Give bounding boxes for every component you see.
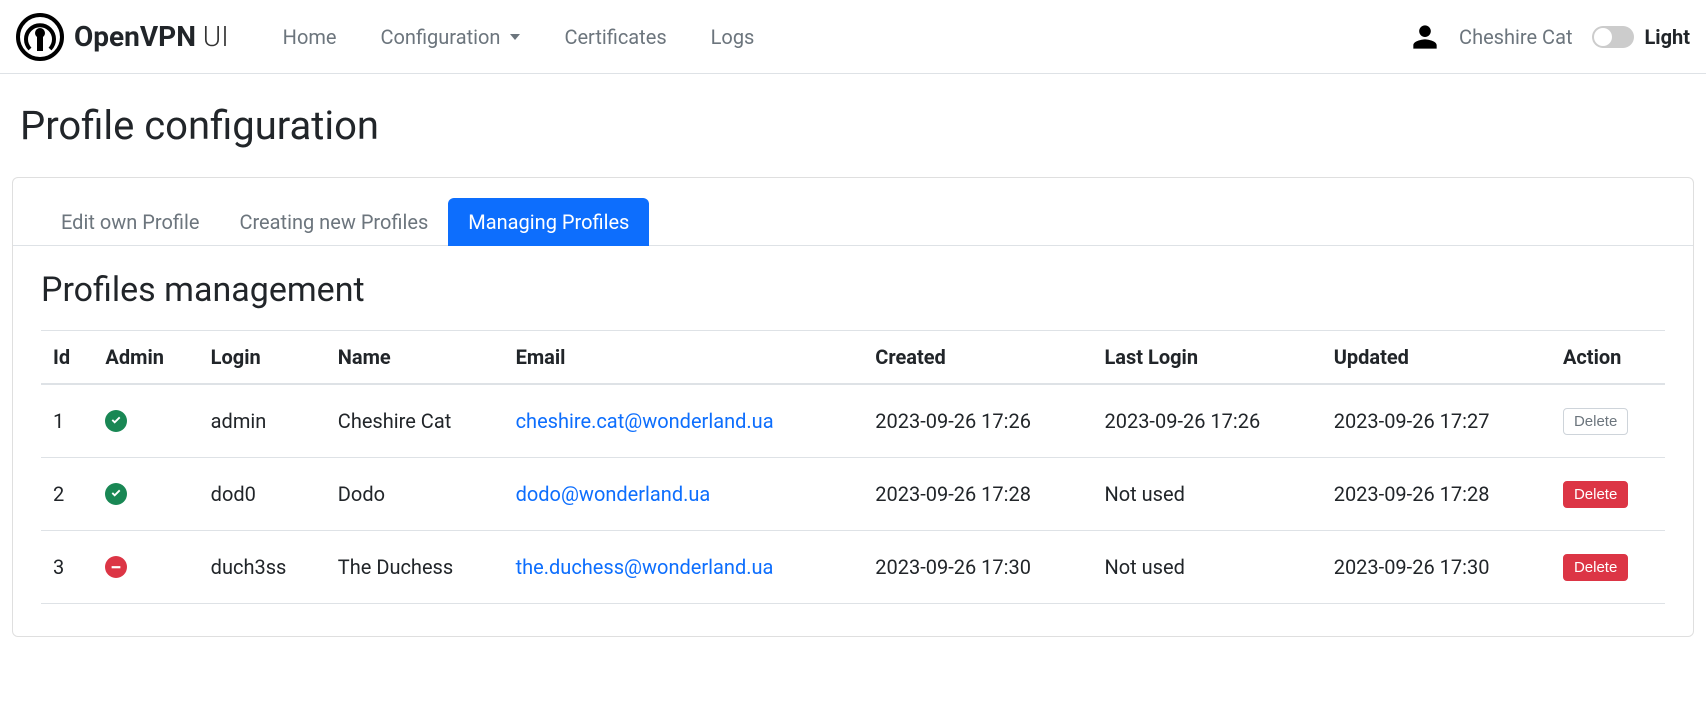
th-id: Id (41, 331, 93, 385)
cell-action: Delete (1551, 458, 1665, 531)
chevron-down-icon (510, 34, 520, 40)
profiles-table: Id Admin Login Name Email Created Last L… (41, 330, 1665, 604)
cell-email: dodo@wonderland.ua (504, 458, 864, 531)
card-body: Profiles management Id Admin Login Name … (13, 246, 1693, 636)
toggle-knob (1594, 28, 1612, 46)
table-row: 1 adminCheshire Cat cheshire.cat@wonderlan… (41, 384, 1665, 458)
table-row: 2 dod0Dodo dodo@wonderland.ua 2023-09-26 17… (41, 458, 1665, 531)
minus-circle-icon (105, 556, 127, 578)
cell-admin (93, 531, 198, 604)
cell-action: Delete (1551, 531, 1665, 604)
cell-email: cheshire.cat@wonderland.ua (504, 384, 864, 458)
theme-switch[interactable] (1592, 26, 1634, 48)
openvpn-logo-icon (16, 13, 64, 61)
cell-updated: 2023-09-26 17:27 (1322, 384, 1551, 458)
table-row: 3 duch3ssThe Duchess the.duchess@wonderlan… (41, 531, 1665, 604)
th-action: Action (1551, 331, 1665, 385)
table-header-row: Id Admin Login Name Email Created Last L… (41, 331, 1665, 385)
email-link[interactable]: dodo@wonderland.ua (516, 482, 711, 506)
card: Edit own Profile Creating new Profiles M… (12, 177, 1694, 637)
check-circle-icon (105, 483, 127, 505)
navbar: OpenVPN UI Home Configuration Certificat… (0, 0, 1706, 74)
user-icon (1411, 23, 1439, 51)
cell-action: Delete (1551, 384, 1665, 458)
delete-button[interactable]: Delete (1563, 481, 1628, 508)
th-login: Login (199, 331, 326, 385)
cell-id: 2 (41, 458, 93, 531)
th-created: Created (863, 331, 1092, 385)
cell-created: 2023-09-26 17:30 (863, 531, 1092, 604)
nav-logs[interactable]: Logs (689, 15, 777, 59)
cell-name: Cheshire Cat (326, 384, 504, 458)
cell-id: 1 (41, 384, 93, 458)
theme-toggle: Light (1592, 25, 1690, 49)
brand-text: OpenVPN UI (74, 20, 229, 53)
cell-login: admin (199, 384, 326, 458)
th-updated: Updated (1322, 331, 1551, 385)
cell-last-login: Not used (1092, 458, 1321, 531)
cell-name: Dodo (326, 458, 504, 531)
check-circle-icon (105, 410, 127, 432)
cell-created: 2023-09-26 17:26 (863, 384, 1092, 458)
cell-email: the.duchess@wonderland.ua (504, 531, 864, 604)
tabs: Edit own Profile Creating new Profiles M… (13, 178, 1693, 246)
delete-button[interactable]: Delete (1563, 554, 1628, 581)
cell-admin (93, 458, 198, 531)
cell-last-login: Not used (1092, 531, 1321, 604)
email-link[interactable]: the.duchess@wonderland.ua (516, 555, 774, 579)
nav-links: Home Configuration Certificates Logs (261, 15, 777, 59)
nav-home[interactable]: Home (261, 15, 359, 59)
cell-id: 3 (41, 531, 93, 604)
th-last-login: Last Login (1092, 331, 1321, 385)
user-name[interactable]: Cheshire Cat (1459, 25, 1572, 49)
cell-login: dod0 (199, 458, 326, 531)
email-link[interactable]: cheshire.cat@wonderland.ua (516, 409, 774, 433)
tab-creating-new-profiles[interactable]: Creating new Profiles (219, 198, 448, 246)
cell-admin (93, 384, 198, 458)
cell-created: 2023-09-26 17:28 (863, 458, 1092, 531)
th-name: Name (326, 331, 504, 385)
brand[interactable]: OpenVPN UI (16, 13, 229, 61)
th-email: Email (504, 331, 864, 385)
nav-configuration[interactable]: Configuration (359, 15, 543, 59)
cell-updated: 2023-09-26 17:30 (1322, 531, 1551, 604)
page-title: Profile configuration (20, 102, 1686, 149)
container: Profile configuration Edit own Profile C… (0, 74, 1706, 647)
th-admin: Admin (93, 331, 198, 385)
tab-managing-profiles[interactable]: Managing Profiles (448, 198, 649, 246)
cell-login: duch3ss (199, 531, 326, 604)
nav-configuration-label: Configuration (381, 25, 501, 49)
nav-certificates[interactable]: Certificates (542, 15, 688, 59)
delete-button[interactable]: Delete (1563, 408, 1628, 435)
cell-updated: 2023-09-26 17:28 (1322, 458, 1551, 531)
theme-label: Light (1644, 25, 1690, 49)
cell-last-login: 2023-09-26 17:26 (1092, 384, 1321, 458)
navbar-right: Cheshire Cat Light (1411, 23, 1690, 51)
cell-name: The Duchess (326, 531, 504, 604)
tab-edit-own-profile[interactable]: Edit own Profile (41, 198, 219, 246)
section-title: Profiles management (41, 270, 1665, 310)
